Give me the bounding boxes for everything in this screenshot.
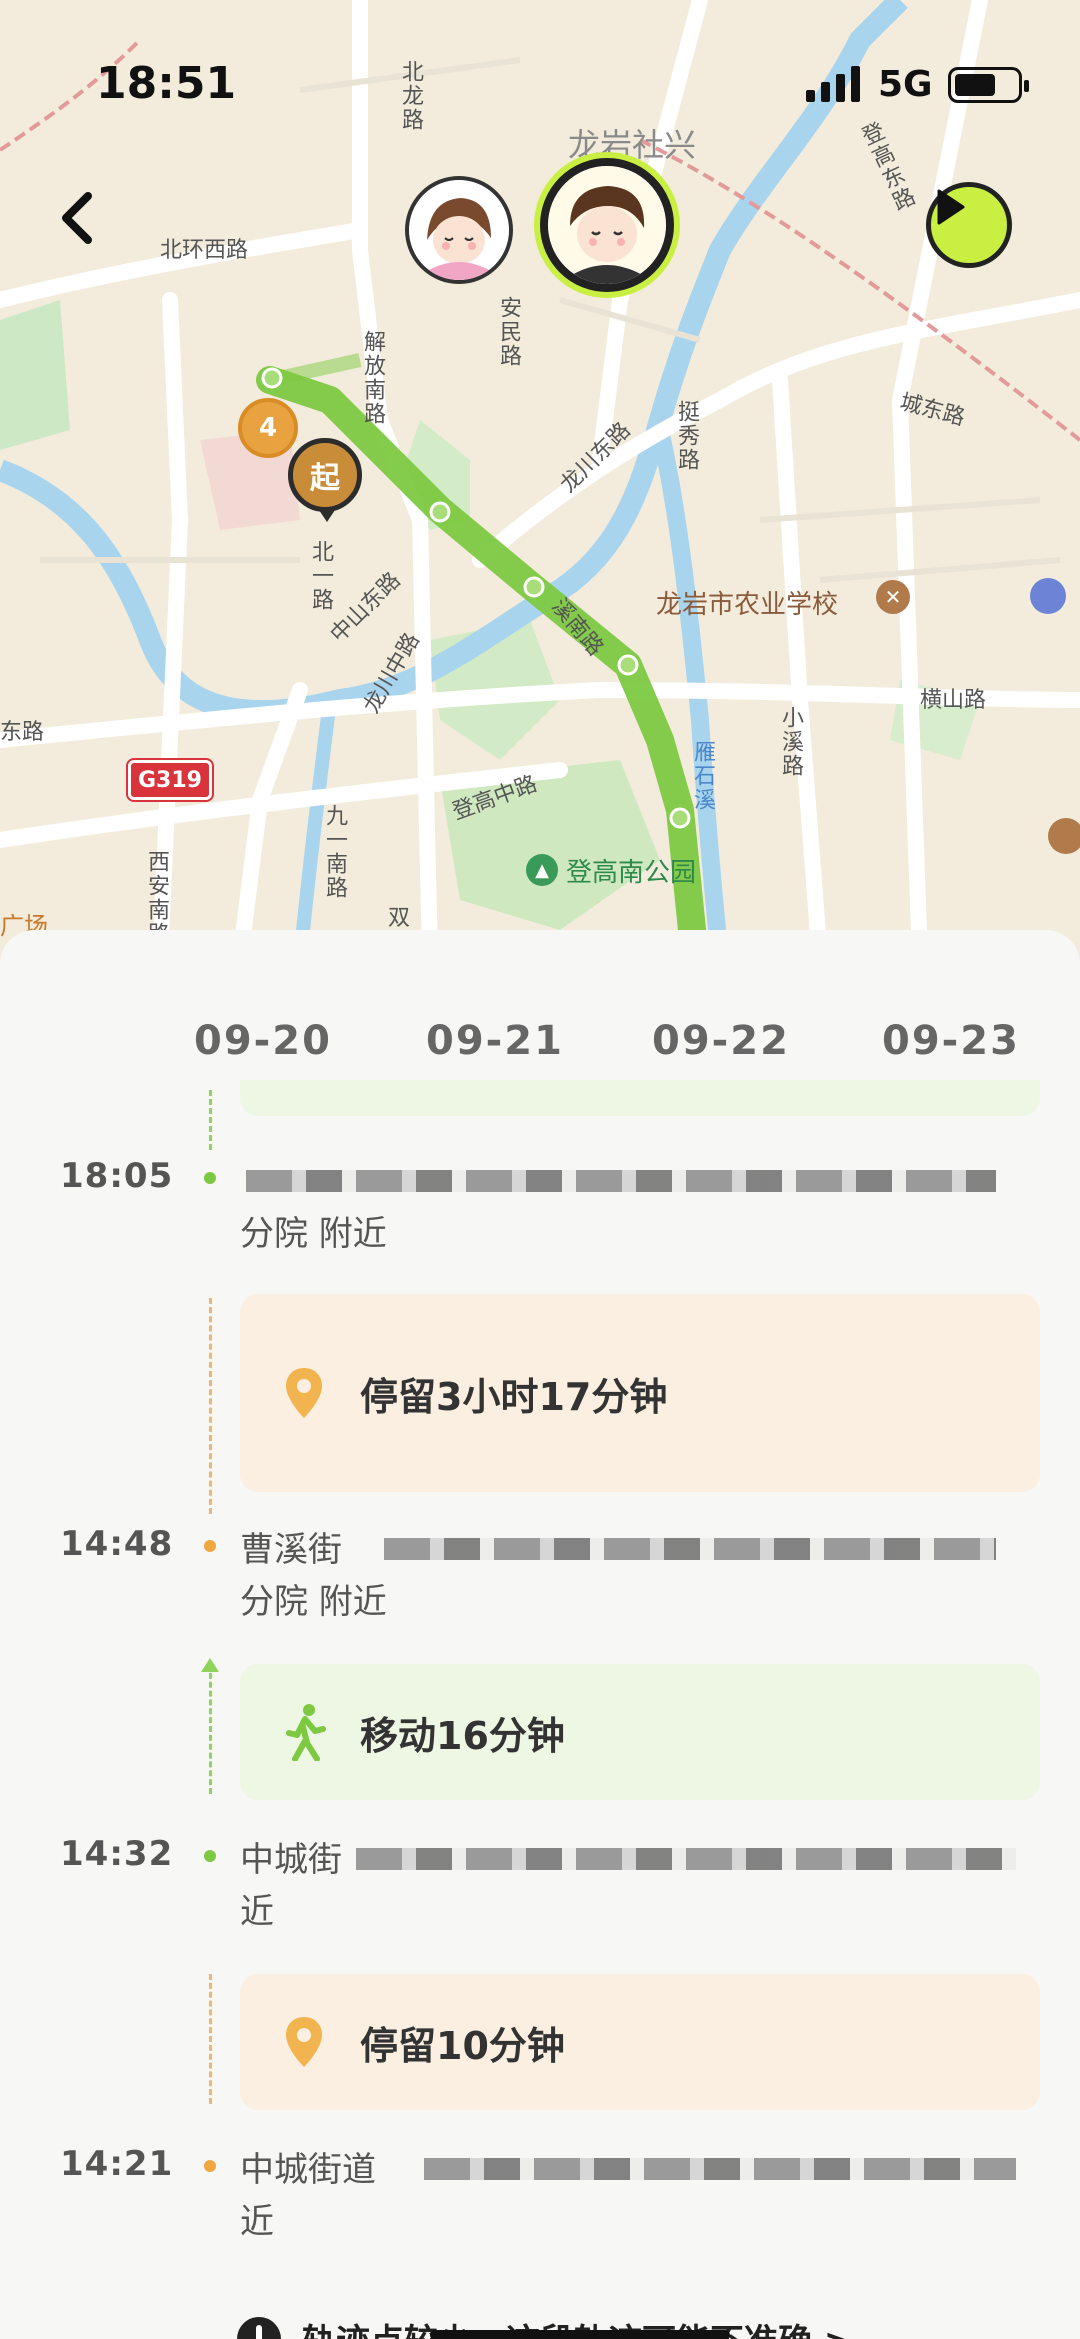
timeline-sheet[interactable]: 09-20 09-21 09-22 09-23 18:05 分院 附近 停留3小… bbox=[0, 930, 1080, 2339]
entry-address-prefix[interactable]: 中城街道 bbox=[240, 2142, 376, 2191]
home-indicator bbox=[430, 2330, 730, 2339]
move-card-partial[interactable] bbox=[240, 1080, 1040, 1116]
entry-address[interactable]: 近 bbox=[240, 1884, 274, 1933]
status-time: 18:51 bbox=[96, 58, 237, 109]
user-avatar-self[interactable] bbox=[540, 158, 674, 292]
timeline-dot bbox=[204, 2160, 216, 2172]
redacted-address bbox=[384, 1538, 996, 1560]
map-label-road: 九一南路 bbox=[322, 804, 347, 900]
entry-time: 14:48 bbox=[60, 1524, 174, 1564]
avatar-girl-icon bbox=[409, 180, 509, 280]
map-label-poi: 龙岩市农业学校 bbox=[656, 590, 839, 620]
date-tab[interactable]: 09-20 bbox=[194, 1018, 332, 1064]
timeline-dot bbox=[204, 1850, 216, 1862]
map-label-district: 龙岩社兴 bbox=[568, 126, 697, 164]
map-label-road: 双 bbox=[388, 906, 411, 931]
warning-icon bbox=[237, 2316, 281, 2339]
school-poi-icon[interactable]: ✕ bbox=[876, 580, 910, 614]
play-icon bbox=[937, 189, 965, 225]
stay-label: 停留10分钟 bbox=[360, 2023, 565, 2068]
timeline-dot bbox=[204, 1540, 216, 1552]
stay-card[interactable]: 停留10分钟 bbox=[240, 1974, 1040, 2110]
timeline-dot bbox=[204, 1172, 216, 1184]
timeline-connector bbox=[209, 1090, 212, 1150]
back-button[interactable] bbox=[56, 190, 106, 250]
stay-label: 停留3小时17分钟 bbox=[360, 1374, 668, 1419]
date-tab[interactable]: 09-23 bbox=[882, 1018, 1020, 1064]
entry-address[interactable]: 分院 附近 bbox=[240, 1574, 387, 1623]
timeline-connector bbox=[209, 1974, 212, 2104]
timeline-connector bbox=[209, 1664, 212, 1794]
date-tab[interactable]: 09-21 bbox=[426, 1018, 564, 1064]
park-poi-icon[interactable]: ▲ bbox=[526, 854, 558, 886]
entry-address[interactable]: 近 bbox=[240, 2194, 274, 2243]
avatar-boy-icon bbox=[548, 166, 666, 284]
arrow-up-icon bbox=[201, 1658, 219, 1672]
move-label: 移动16分钟 bbox=[360, 1713, 565, 1758]
date-tab[interactable]: 09-22 bbox=[652, 1018, 790, 1064]
move-card[interactable]: 移动16分钟 bbox=[240, 1664, 1040, 1800]
map-label-road: 小溪路 bbox=[778, 706, 803, 778]
restaurant-poi-icon[interactable] bbox=[1048, 818, 1080, 854]
entry-address[interactable]: 分院 附近 bbox=[240, 1206, 387, 1255]
redacted-address bbox=[424, 2158, 1016, 2180]
government-poi-icon[interactable] bbox=[1030, 578, 1066, 614]
map-canvas bbox=[0, 0, 1080, 960]
play-button[interactable] bbox=[926, 182, 1012, 268]
cluster-marker[interactable]: 4 bbox=[238, 398, 298, 458]
redacted-address bbox=[246, 1170, 996, 1192]
map-label-road: 北龙路 bbox=[398, 60, 423, 132]
map-label-park: 登高南公园 bbox=[566, 858, 697, 888]
location-pin-icon bbox=[264, 2015, 344, 2069]
network-type: 5G bbox=[878, 64, 933, 105]
map-label-road: 挺秀路 bbox=[674, 400, 699, 472]
map-label-road: 东路 bbox=[0, 720, 45, 745]
map-label-road: 北一路 bbox=[308, 540, 333, 612]
entry-address-prefix[interactable]: 曹溪街 bbox=[240, 1522, 342, 1571]
walking-icon bbox=[264, 1703, 344, 1761]
highway-badge: G319 bbox=[126, 758, 214, 802]
entry-address-prefix[interactable]: 中城街 bbox=[240, 1832, 342, 1881]
map-label-river: 雁石溪 bbox=[690, 740, 715, 812]
entry-time: 14:21 bbox=[60, 2144, 174, 2184]
location-pin-icon bbox=[264, 1366, 344, 1420]
battery-icon bbox=[948, 67, 1029, 103]
map-label-road: 北环西路 bbox=[160, 238, 249, 263]
date-tabs: 09-20 09-21 09-22 09-23 bbox=[0, 1018, 1080, 1078]
map-label-road: 解放南路 bbox=[360, 330, 385, 426]
start-marker[interactable]: 起 bbox=[288, 438, 362, 512]
signal-icon bbox=[806, 66, 866, 102]
map-view[interactable]: 北龙路 龙岩社兴 登高东路 北环西路 安民路 解放南路 龙川东路 挺秀路 城东路… bbox=[0, 0, 1080, 960]
entry-time: 18:05 bbox=[60, 1156, 174, 1196]
map-label-road: 安民路 bbox=[496, 296, 521, 368]
start-marker-pin bbox=[319, 510, 335, 522]
stay-card[interactable]: 停留3小时17分钟 bbox=[240, 1294, 1040, 1492]
chevron-left-icon bbox=[62, 192, 92, 244]
timeline-connector bbox=[209, 1298, 212, 1514]
user-avatar-partner[interactable] bbox=[405, 176, 513, 284]
map-label-road: 横山路 bbox=[920, 688, 987, 713]
redacted-address bbox=[356, 1848, 1016, 1870]
entry-time: 14:32 bbox=[60, 1834, 174, 1874]
